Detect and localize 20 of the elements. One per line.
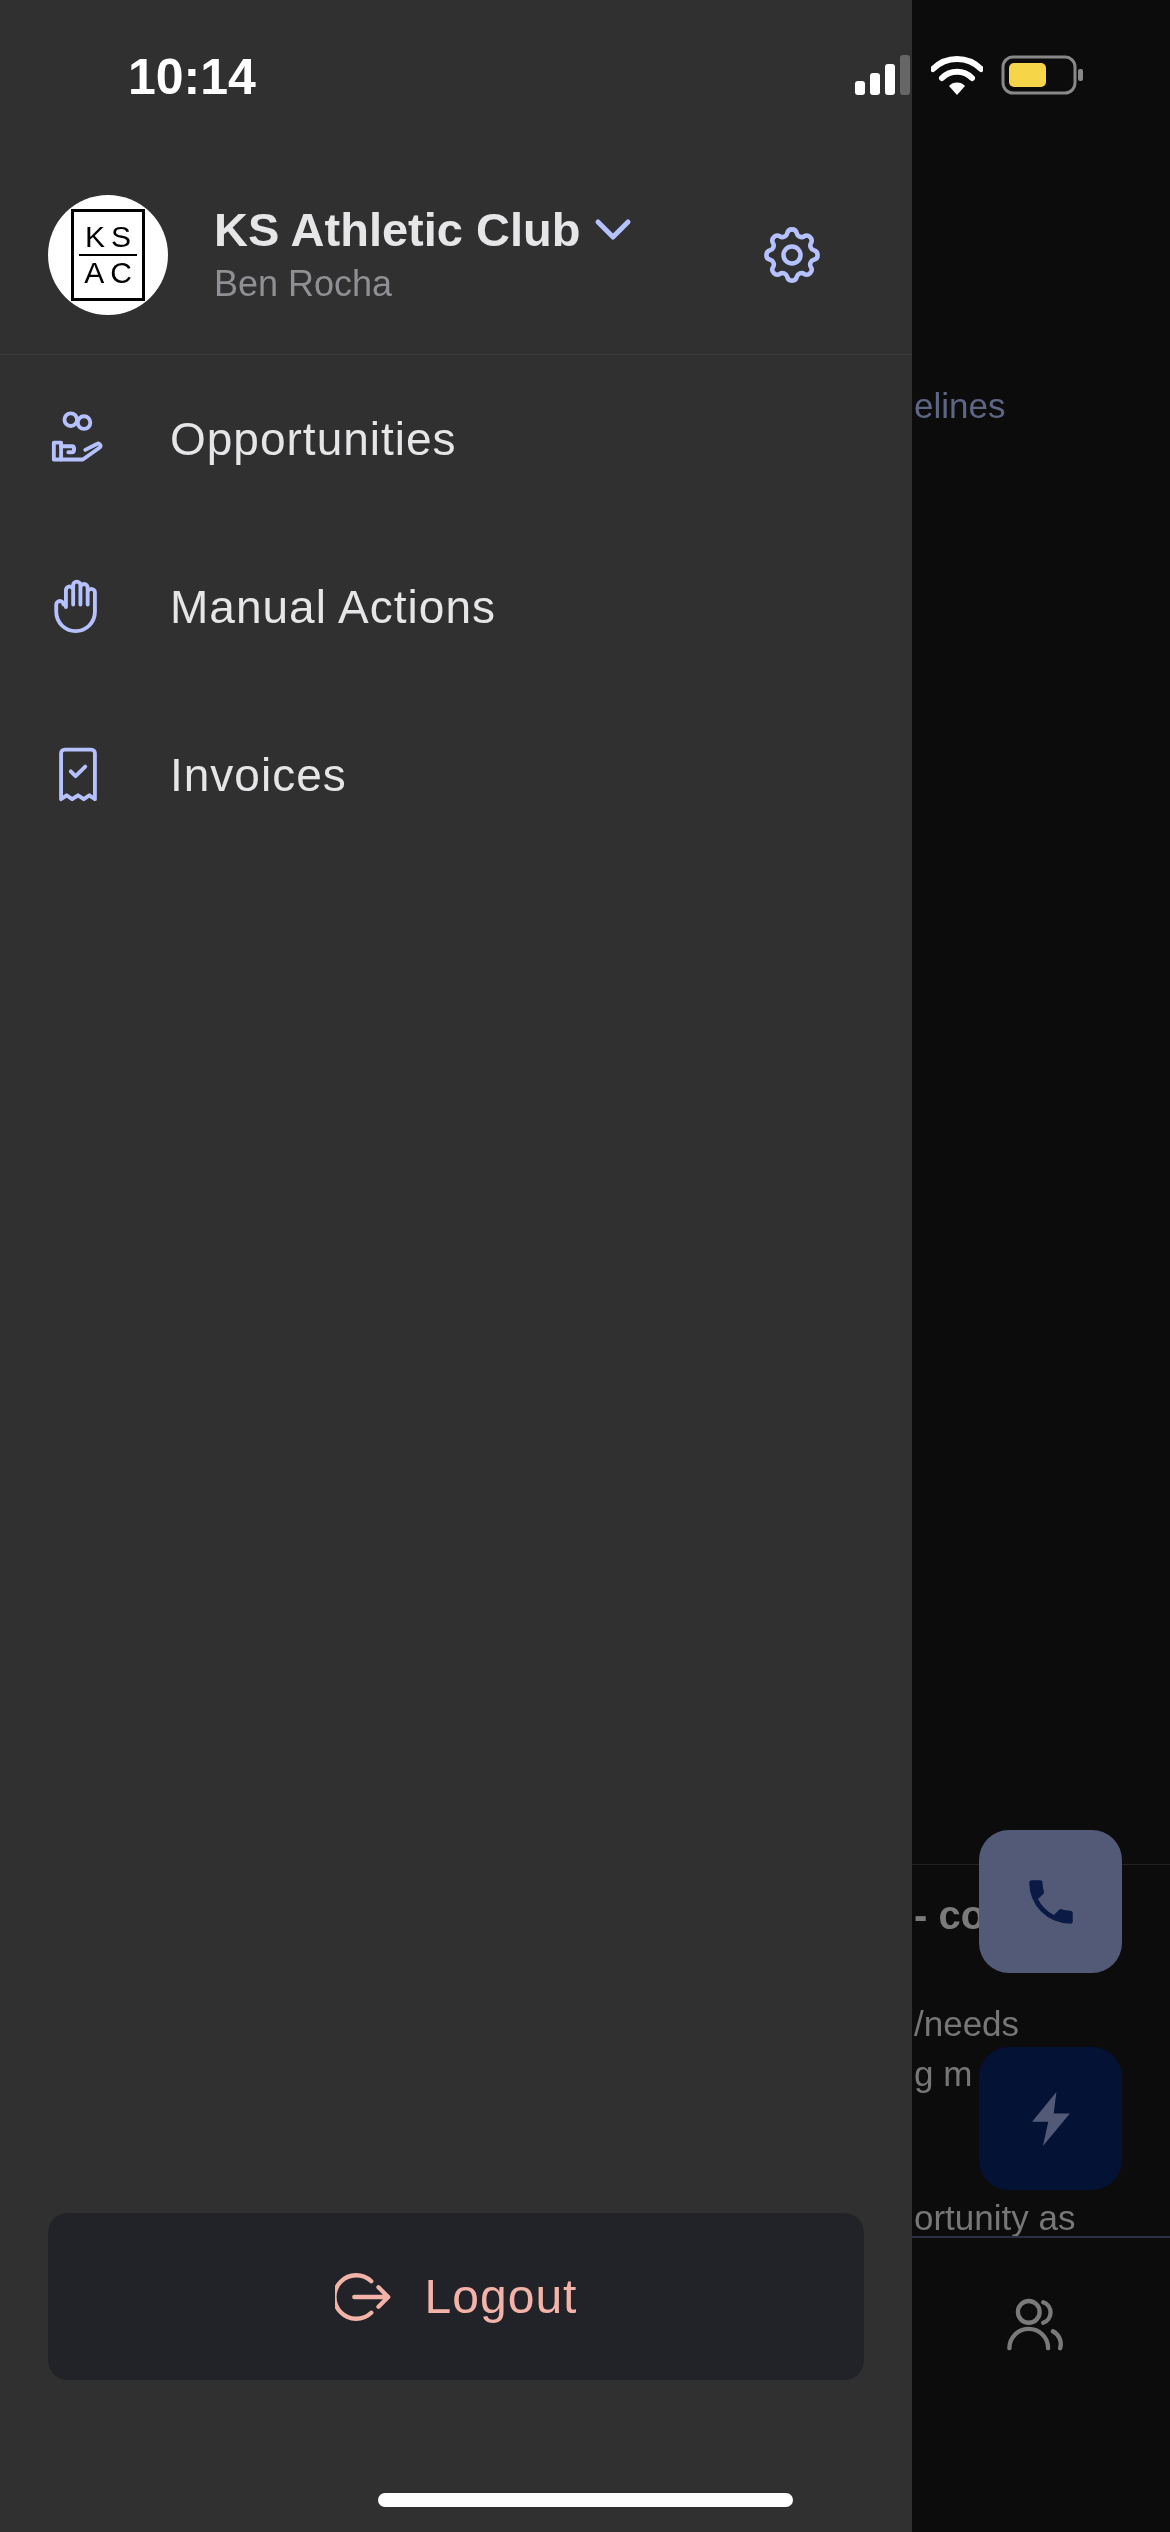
signal-icon xyxy=(855,55,913,95)
menu-item[interactable]: Invoices xyxy=(0,691,912,859)
body-text: /needs xyxy=(914,2003,1020,2045)
call-button[interactable] xyxy=(979,1830,1122,1973)
logo-text: KS xyxy=(79,219,137,256)
body-text: g m xyxy=(914,2053,973,2095)
logo-text: AC xyxy=(83,255,138,290)
chevron-down-icon xyxy=(594,217,633,242)
logout-button[interactable]: Logout xyxy=(48,2213,864,2380)
club-switcher[interactable]: KS Athletic Club xyxy=(214,201,633,258)
battery-icon xyxy=(1001,55,1083,95)
action-button[interactable] xyxy=(979,2047,1122,2190)
user-name: Ben Rocha xyxy=(214,261,394,306)
menu-item[interactable]: Opportunities xyxy=(0,355,912,523)
status-time: 10:14 xyxy=(128,48,256,107)
body-text: ortunity as xyxy=(914,2197,1076,2239)
menu-item[interactable]: Manual Actions xyxy=(0,523,912,691)
wifi-icon xyxy=(931,55,983,95)
people-icon[interactable] xyxy=(1007,2297,1065,2351)
link-text: elines xyxy=(914,385,1006,427)
